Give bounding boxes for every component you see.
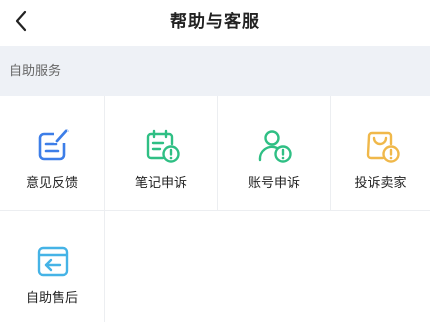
header: 帮助与客服 [0,0,430,46]
service-account-appeal[interactable]: 账号申诉 [218,96,330,210]
complain-seller-icon [366,131,400,163]
service-label: 自助售后 [25,291,78,306]
account-appeal-icon [258,130,292,163]
page-title: 帮助与客服 [170,12,260,32]
service-feedback[interactable]: 意见反馈 [0,96,104,210]
service-label: 意见反馈 [25,176,78,191]
feedback-icon [38,129,69,161]
service-after-sales[interactable]: 自助售后 [0,211,104,325]
service-grid: 意见反馈 笔记申诉 账号申诉 投诉卖家 自助售后 [0,96,430,322]
section-title: 自助服务 [9,64,62,79]
service-complain-seller[interactable]: 投诉卖家 [331,96,430,210]
service-note-appeal[interactable]: 笔记申诉 [105,96,217,210]
note-appeal-icon [146,129,180,163]
service-label: 笔记申诉 [134,176,187,191]
service-label: 账号申诉 [247,176,300,191]
service-label: 投诉卖家 [354,176,407,191]
after-sales-icon [37,246,69,277]
section-header: 自助服务 [0,46,430,96]
